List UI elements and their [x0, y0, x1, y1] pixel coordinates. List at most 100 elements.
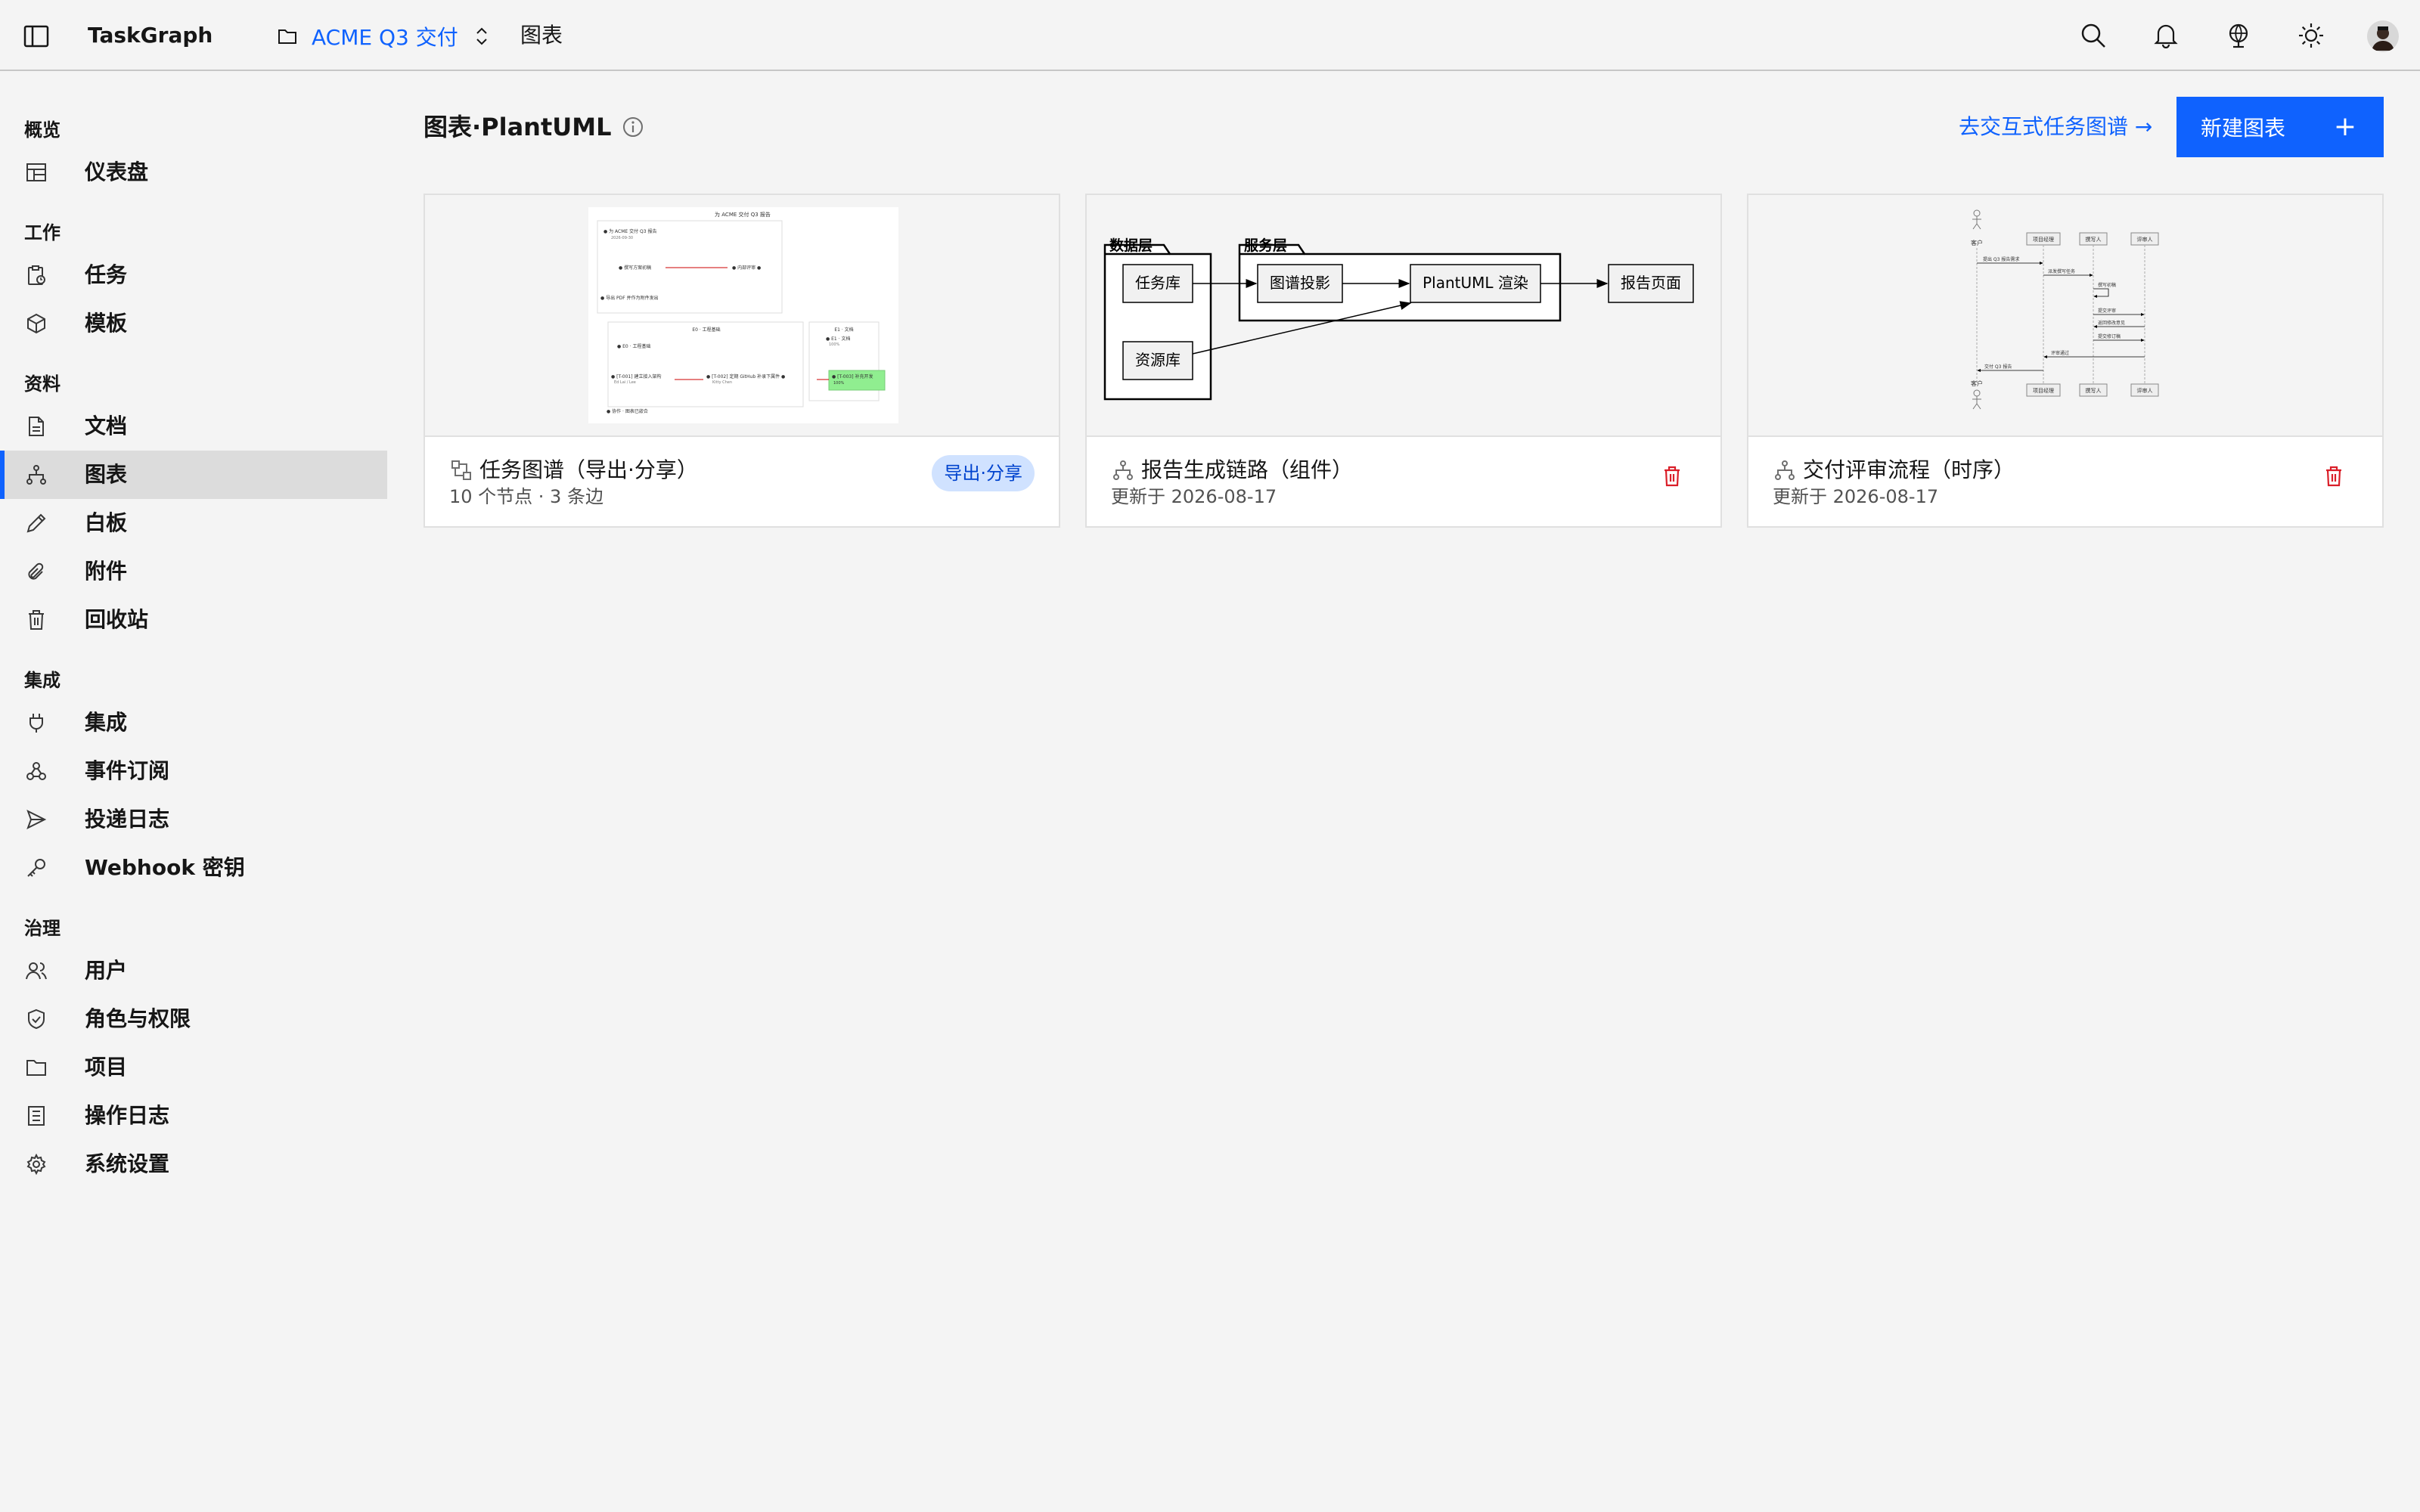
svg-text:报告页面: 报告页面: [1621, 274, 1681, 292]
log-icon: [24, 1104, 48, 1128]
sidebar-item-integrations[interactable]: 集成: [0, 699, 387, 747]
dashboard-icon: [24, 160, 48, 184]
sidebar-item-tasks[interactable]: 任务: [0, 251, 387, 299]
sidebar-item-label: 项目: [85, 1055, 128, 1080]
sidebar-item-users[interactable]: 用户: [0, 947, 387, 995]
sidebar-item-projects[interactable]: 项目: [0, 1043, 387, 1092]
project-switcher[interactable]: ACME Q3 交付: [275, 18, 493, 54]
sidebar-item-label: 文档: [85, 414, 128, 438]
folder-icon: [24, 1055, 48, 1080]
sidebar-toggle-button[interactable]: [18, 18, 54, 54]
info-icon[interactable]: [622, 116, 644, 138]
svg-text:● [T-002] 定期 GitHub 补录下属件 ●: ● [T-002] 定期 GitHub 补录下属件 ●: [706, 373, 785, 380]
sidebar-item-roles[interactable]: 角色与权限: [0, 995, 387, 1043]
sidebar-section-overview: 概览: [24, 119, 60, 141]
svg-text:E1 · 文档: E1 · 文档: [834, 327, 853, 333]
attachment-icon: [24, 559, 48, 584]
svg-text:客户: 客户: [1971, 380, 1983, 387]
svg-text:● 导出 PDF 并作为附件发出: ● 导出 PDF 并作为附件发出: [600, 295, 659, 301]
svg-text:提交评审: 提交评审: [2098, 308, 2116, 314]
svg-text:撰写初稿: 撰写初稿: [2098, 282, 2116, 288]
sidebar-item-delivery-logs[interactable]: 投递日志: [0, 795, 387, 844]
sidebar-item-trash[interactable]: 回收站: [0, 596, 387, 644]
theme-toggle-button[interactable]: [2293, 17, 2329, 54]
card-title: 任务图谱（导出·分享）: [479, 457, 698, 482]
svg-text:● 协作 · 图表已嵌合: ● 协作 · 图表已嵌合: [607, 408, 648, 414]
delete-button[interactable]: [2322, 464, 2346, 488]
svg-text:资源库: 资源库: [1135, 351, 1181, 369]
send-icon: [24, 807, 48, 832]
diagram-thumbnail: 客户 项目经理 撰写人 评审人 提出 Q3 报告需求 派发撰写任务 撰写初稿 提…: [1748, 195, 2382, 437]
svg-text:● 撰写方案初稿: ● 撰写方案初稿: [619, 265, 651, 271]
sidebar-item-label: 集成: [85, 710, 128, 735]
sidebar-item-label: 附件: [85, 559, 128, 584]
card-subtitle: 10 个节点 · 3 条边: [449, 486, 603, 507]
svg-text:项目经理: 项目经理: [2033, 387, 2054, 394]
sidebar-item-audit-log[interactable]: 操作日志: [0, 1092, 387, 1140]
sidebar-item-settings[interactable]: 系统设置: [0, 1140, 387, 1188]
sidebar-item-label: 用户: [85, 958, 128, 983]
svg-text:撰写人: 撰写人: [2086, 236, 2102, 243]
svg-text:数据层: 数据层: [1109, 237, 1153, 254]
plus-icon: +: [2333, 111, 2356, 142]
sidebar-item-attachments[interactable]: 附件: [0, 547, 387, 596]
task-icon: [24, 263, 48, 287]
card-subtitle: 更新于 2026-08-17: [1111, 486, 1277, 507]
diagram-icon: [1773, 458, 1797, 482]
svg-text:派发撰写任务: 派发撰写任务: [2048, 268, 2075, 274]
sidebar-item-label: 角色与权限: [85, 1006, 191, 1031]
svg-text:交付 Q3 报告: 交付 Q3 报告: [1984, 364, 2012, 370]
chevron-up-down-icon: [470, 23, 493, 50]
svg-text:客户: 客户: [1971, 239, 1983, 246]
sidebar-item-templates[interactable]: 模板: [0, 299, 387, 348]
page-title: 图表·PlantUML: [424, 113, 612, 141]
svg-text:PlantUML 渲染: PlantUML 渲染: [1423, 274, 1528, 292]
diagram-icon: [1111, 458, 1135, 482]
diagram-card-review-sequence[interactable]: 客户 项目经理 撰写人 评审人 提出 Q3 报告需求 派发撰写任务 撰写初稿 提…: [1747, 194, 2384, 528]
svg-text:服务层: 服务层: [1244, 237, 1287, 254]
card-title: 报告生成链路（组件）: [1141, 457, 1354, 482]
sidebar-section-work: 工作: [24, 222, 60, 243]
svg-text:● 为 ACME 交付 Q3 报告: ● 为 ACME 交付 Q3 报告: [603, 228, 656, 234]
sidebar-item-label: Webhook 密钥: [85, 855, 245, 880]
language-button[interactable]: [2220, 17, 2257, 54]
sun-icon: [2299, 23, 2323, 48]
sidebar-item-label: 仪表盘: [85, 160, 149, 184]
svg-text:● [T-003] 补充开发: ● [T-003] 补充开发: [832, 373, 873, 380]
sidebar-item-documents[interactable]: 文档: [0, 402, 387, 451]
sidebar-item-whiteboard[interactable]: 白板: [0, 499, 387, 547]
diagram-card-task-graph[interactable]: 为 ACME 交付 Q3 报告 ● 为 ACME 交付 Q3 报告 2026-0…: [424, 194, 1060, 528]
sidebar-section-governance: 治理: [24, 918, 60, 939]
delete-button[interactable]: [1660, 464, 1684, 488]
sidebar-item-diagrams[interactable]: 图表: [0, 451, 387, 499]
sidebar-item-event-subscriptions[interactable]: 事件订阅: [0, 747, 387, 795]
sidebar-item-label: 回收站: [85, 607, 149, 632]
card-subtitle: 更新于 2026-08-17: [1773, 486, 1939, 507]
app-brand[interactable]: TaskGraph: [88, 21, 213, 50]
avatar[interactable]: [2367, 20, 2399, 52]
sidebar-item-label: 投递日志: [85, 807, 170, 832]
goto-interactive-graph-link[interactable]: 去交互式任务图谱 →: [1959, 112, 2152, 142]
breadcrumb-current: 图表: [520, 23, 563, 48]
diagram-card-report-pipeline[interactable]: 数据层 服务层 任务库 资源库 图谱投影 PlantUML 渲染 报告页面 报告…: [1085, 194, 1722, 528]
bell-icon: [2154, 24, 2178, 48]
svg-text:评审人: 评审人: [2137, 236, 2153, 243]
key-icon: [24, 856, 48, 880]
svg-text:提交修订稿: 提交修订稿: [2098, 333, 2121, 339]
svg-text:● [T-001] 建立接入架构: ● [T-001] 建立接入架构: [611, 373, 661, 380]
folder-icon: [275, 24, 299, 48]
shield-icon: [24, 1007, 48, 1031]
sidebar-item-dashboard[interactable]: 仪表盘: [0, 148, 387, 197]
svg-text:● E1 · 文档: ● E1 · 文档: [826, 336, 850, 342]
new-diagram-button[interactable]: 新建图表 +: [2176, 97, 2384, 157]
search-button[interactable]: [2075, 17, 2111, 54]
sidebar-item-webhook-keys[interactable]: Webhook 密钥: [0, 844, 387, 892]
diagram-icon: [24, 463, 48, 487]
settings-icon: [24, 1152, 48, 1176]
new-diagram-label: 新建图表: [2201, 116, 2286, 141]
plug-icon: [24, 711, 48, 735]
notifications-button[interactable]: [2148, 17, 2184, 54]
svg-text:2026-09-30: 2026-09-30: [611, 236, 633, 240]
whiteboard-icon: [24, 511, 48, 535]
export-share-tag: 导出·分享: [932, 455, 1035, 491]
